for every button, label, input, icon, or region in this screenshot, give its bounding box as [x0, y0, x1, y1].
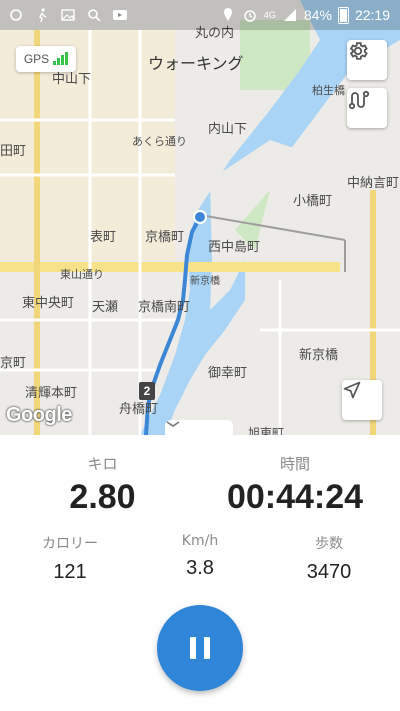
image-icon [61, 9, 75, 21]
network-type: 4G [263, 10, 276, 20]
map-label: 東中央町 [22, 296, 75, 311]
alarm-icon [244, 10, 256, 22]
map-label: 舟橋町 [119, 402, 159, 417]
speed-value: 3.8 [186, 557, 214, 579]
speed-label: Km/h [181, 533, 219, 549]
route-marker-label: 2 [143, 384, 151, 398]
pause-icon [186, 637, 214, 659]
google-logo: Google [6, 404, 72, 426]
steps-value: 3470 [306, 561, 352, 583]
steps-label: 歩数 [315, 536, 343, 552]
steps-stat: 歩数 3470 [284, 533, 374, 584]
map-label: 東山通り [60, 268, 104, 281]
map-label: 内山下 [208, 122, 248, 137]
map-label: 表町 [90, 230, 117, 245]
clock: 22:19 [354, 7, 390, 23]
calories-value: 121 [53, 561, 87, 583]
video-icon [113, 10, 127, 20]
map-label: あくら通り [132, 135, 187, 148]
locate-button[interactable] [342, 380, 382, 420]
calories-stat: カロリー 121 [25, 533, 115, 584]
distance-stat: キロ 2.80 [50, 453, 155, 517]
distance-label: キロ [87, 455, 118, 473]
map-label: 京町 [0, 356, 27, 371]
status-bar: 4G 84% 22:19 [0, 0, 400, 30]
map-label: 西中島町 [208, 240, 261, 255]
map-label: 京橋町 [145, 230, 185, 245]
time-stat: 時間 00:44:24 [220, 453, 370, 517]
settings-button[interactable] [347, 40, 387, 80]
speed-stat: Km/h 3.8 [155, 533, 245, 580]
signal-icon [283, 9, 296, 21]
route-button[interactable] [347, 88, 387, 128]
map-label: 御幸町 [208, 366, 248, 381]
pause-button[interactable] [157, 605, 243, 691]
sync-icon [10, 9, 22, 21]
distance-value: 2.80 [69, 478, 136, 516]
calories-label: カロリー [42, 536, 98, 552]
map-label: 中納言町 [347, 176, 400, 191]
collapse-panel-button[interactable] [165, 420, 233, 435]
gps-signal-icon [53, 52, 69, 65]
map-label: 天瀬 [92, 300, 119, 315]
map-label: 新京橋 [299, 348, 339, 363]
map-view[interactable]: 丸の内 ウォーキング 中山下 あくら通り 内山下 柏生橋 田町 中納言町 小橋町… [0, 0, 400, 435]
map-label: ウォーキング [148, 54, 244, 73]
time-label: 時間 [279, 455, 310, 473]
map-label: 清輝本町 [25, 386, 78, 401]
search-icon [88, 9, 101, 22]
gps-indicator: GPS [16, 46, 76, 72]
map-label: 京橋南町 [138, 300, 191, 315]
walking-icon [39, 8, 47, 23]
route-marker[interactable]: 2 [139, 382, 155, 400]
navigation-arrow-icon [343, 381, 361, 399]
gear-icon [349, 42, 368, 60]
map-label: 小橋町 [293, 194, 333, 209]
chevron-down-icon [166, 421, 180, 427]
gps-label: GPS [23, 52, 50, 66]
map-label: 旭東町 [248, 426, 285, 435]
battery-icon [337, 6, 349, 24]
time-value: 00:44:24 [226, 478, 364, 516]
map-label: 柏生橋 [312, 84, 345, 97]
battery-percent: 84% [303, 7, 332, 23]
route-icon [348, 90, 370, 110]
map-label: 田町 [0, 144, 27, 159]
location-pin-icon [223, 8, 232, 21]
map-label: 新京橋 [190, 276, 220, 287]
